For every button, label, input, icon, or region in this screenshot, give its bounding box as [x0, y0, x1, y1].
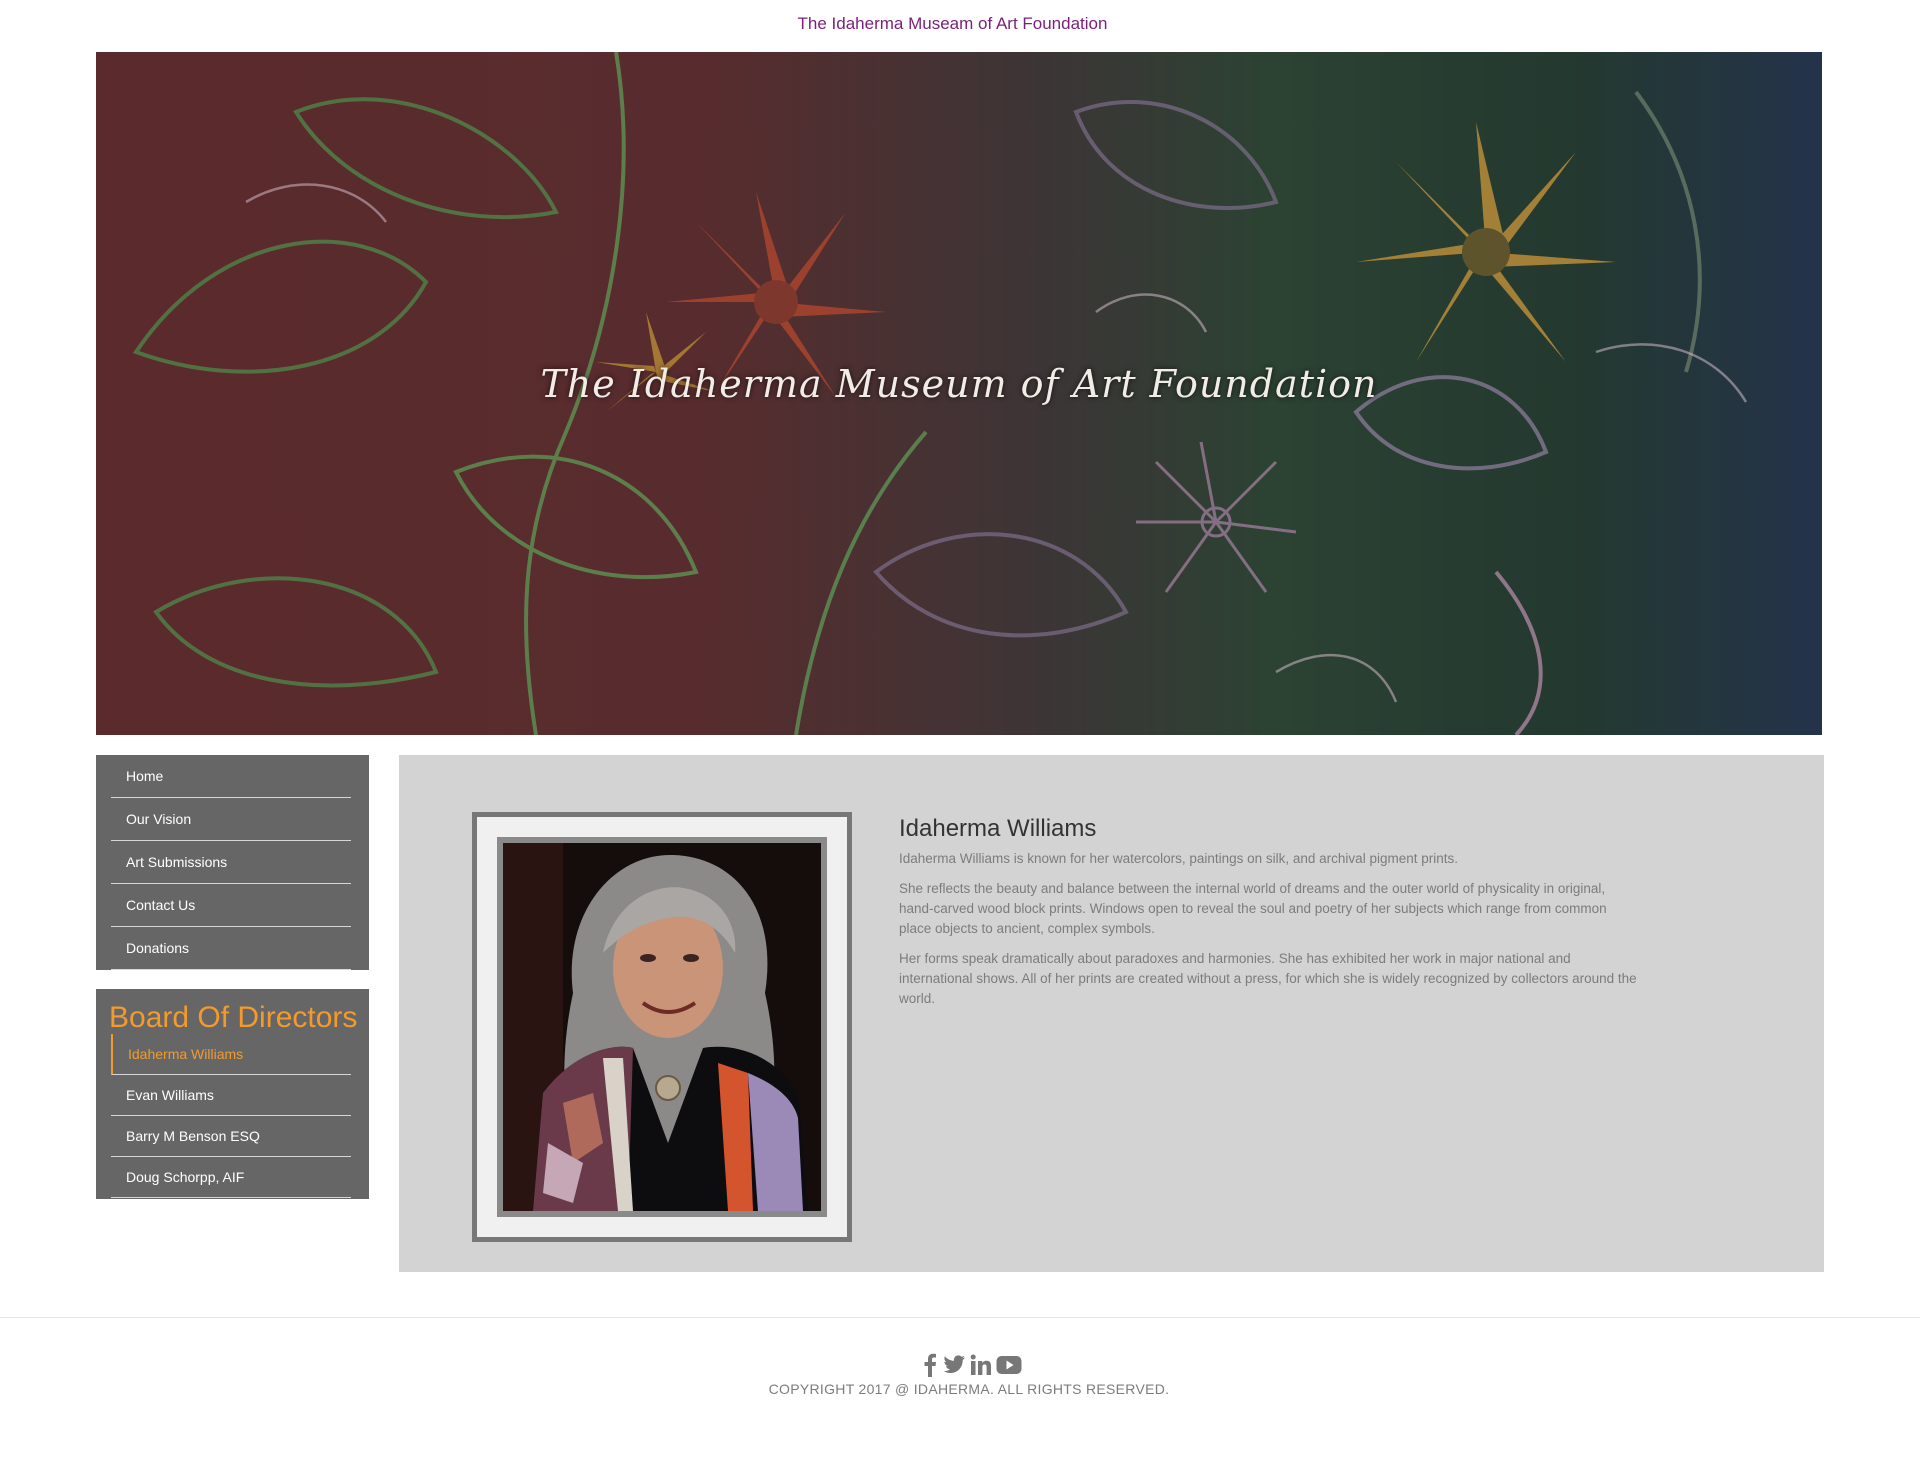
bio-paragraph: Idaherma Williams is known for her water…: [899, 851, 1458, 866]
footer-divider: [0, 1317, 1920, 1318]
board-member-idaherma-williams[interactable]: Idaherma Williams: [111, 1034, 351, 1075]
portrait-illustration: [503, 843, 821, 1211]
hero-caption: The Idaherma Museum of Art Foundation: [540, 362, 1378, 406]
twitter-icon[interactable]: [942, 1354, 966, 1376]
nav-item-our-vision[interactable]: Our Vision: [111, 798, 351, 841]
board-member-evan-williams[interactable]: Evan Williams: [111, 1075, 351, 1116]
nav-item-donations[interactable]: Donations: [111, 927, 351, 970]
portrait-photo: [503, 843, 821, 1211]
copyright-text: COPYRIGHT 2017 @ IDAHERMA. ALL RIGHTS RE…: [768, 1381, 1170, 1397]
nav-item-home[interactable]: Home: [111, 755, 351, 798]
linkedin-icon[interactable]: [970, 1354, 992, 1376]
bio-paragraph: Her forms speak dramatically about parad…: [899, 951, 1637, 1006]
bio-paragraph: She reflects the beauty and balance betw…: [899, 881, 1607, 936]
facebook-icon[interactable]: [922, 1353, 938, 1377]
board-title: Board Of Directors: [109, 1001, 358, 1034]
board-member-list: Idaherma Williams Evan Williams Barry M …: [111, 1034, 351, 1198]
nav-item-art-submissions[interactable]: Art Submissions: [111, 841, 351, 884]
side-navigation: Home Our Vision Art Submissions Contact …: [96, 755, 369, 970]
profile-name: Idaherma Williams: [899, 815, 1097, 842]
hero-banner: The Idaherma Museum of Art Foundation: [96, 52, 1822, 735]
nav-item-contact-us[interactable]: Contact Us: [111, 884, 351, 927]
biography: Idaherma Williams Idaherma Williams is k…: [899, 815, 1639, 1019]
youtube-icon[interactable]: [996, 1355, 1022, 1375]
site-title[interactable]: The Idaherma Museam of Art Foundation: [0, 14, 1905, 34]
portrait-mat: [497, 837, 827, 1217]
profile-content: Idaherma Williams Idaherma Williams is k…: [399, 755, 1824, 1272]
portrait-frame: [472, 812, 852, 1242]
board-member-barry-m-benson[interactable]: Barry M Benson ESQ: [111, 1116, 351, 1157]
social-links: [922, 1352, 1022, 1378]
board-of-directors-panel: Board Of Directors Idaherma Williams Eva…: [96, 989, 369, 1199]
board-member-doug-schorpp[interactable]: Doug Schorpp, AIF: [111, 1157, 351, 1198]
